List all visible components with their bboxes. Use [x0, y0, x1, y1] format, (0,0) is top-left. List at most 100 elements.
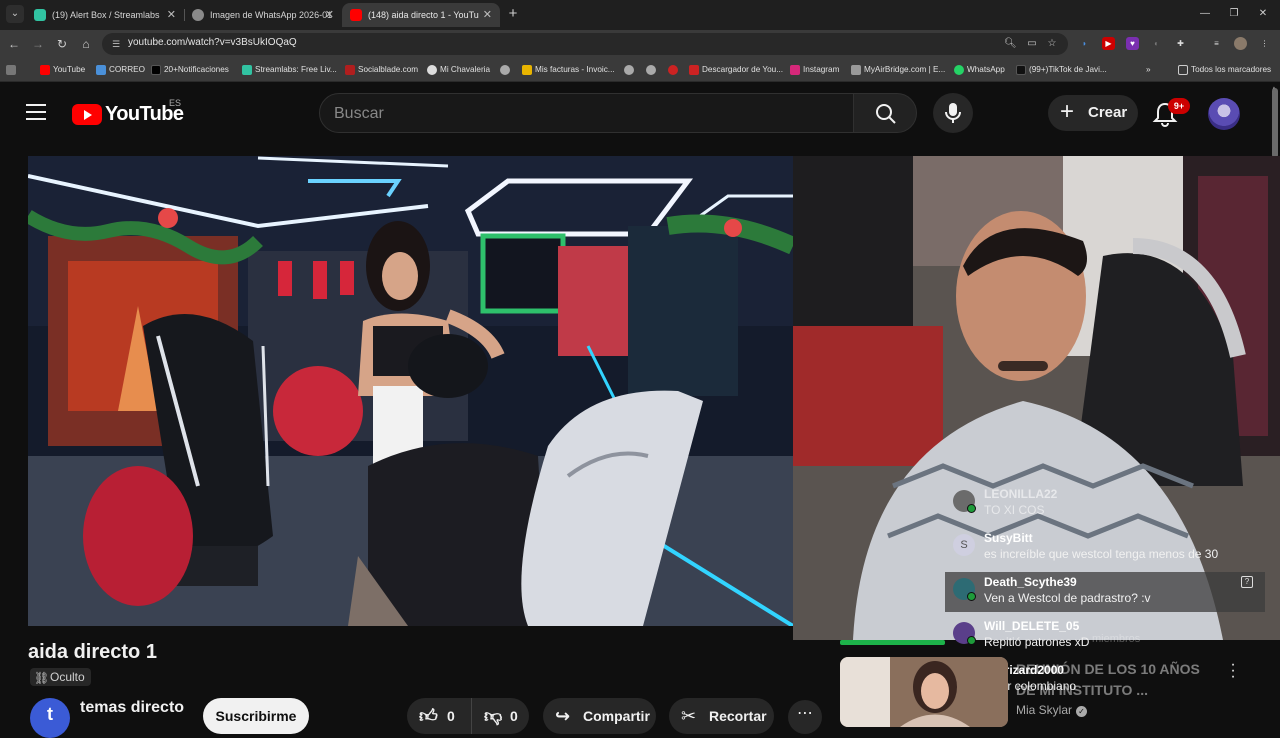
video-frame-illustration: [28, 156, 793, 626]
clip-button[interactable]: ✂ Recortar: [669, 698, 774, 734]
bookmark-myairbridge[interactable]: MyAirBridge.com | E...: [851, 64, 945, 76]
streamlabs-icon: [242, 65, 252, 75]
chat-username: Will_DELETE_05: [984, 619, 1080, 633]
bookmark-streamlabs[interactable]: Streamlabs: Free Liv...: [242, 64, 337, 76]
bookmarks-folder[interactable]: Todos los marcadores: [1178, 64, 1271, 76]
report-flag-icon[interactable]: ?: [1241, 576, 1253, 588]
video-title: aida directo 1: [28, 641, 157, 663]
reading-list-icon[interactable]: ≡: [1210, 37, 1223, 50]
more-actions-icon[interactable]: ⋯: [788, 700, 822, 734]
menu-icon[interactable]: [26, 104, 46, 120]
bookmark-mi-chavaleria[interactable]: Mi Chavaleria: [427, 64, 490, 76]
back-icon[interactable]: ←: [6, 36, 22, 52]
address-bar[interactable]: ☰ youtube.com/watch?v=v3BsUkIOQaQ 🔍︎ ▭ ☆: [102, 33, 1068, 55]
clock-icon: [427, 65, 437, 75]
bookmark-youtube[interactable]: YouTube: [40, 64, 85, 76]
recommendation-title[interactable]: REUNIÓN DE LOS 10 AÑOS DE MI INSTITUTO .…: [1016, 659, 1216, 701]
bookmark-descargador[interactable]: Descargador de You...: [689, 64, 783, 76]
cloud-icon: [851, 65, 861, 75]
bookmark-instagram[interactable]: Instagram: [790, 64, 839, 76]
cast-icon[interactable]: ▭: [1026, 38, 1038, 50]
extension-youtube-icon[interactable]: ▶: [1102, 37, 1115, 50]
dislike-button[interactable]: 👎︎ 0: [471, 698, 529, 734]
bookmark-whatsapp[interactable]: WhatsApp: [954, 64, 1005, 76]
chat-username: Death_Scythe39: [984, 575, 1077, 589]
home-icon[interactable]: ⌂: [78, 36, 94, 52]
recommendation-menu-icon[interactable]: · · ·: [1230, 657, 1236, 685]
new-tab-button[interactable]: +: [505, 5, 521, 23]
minimize-icon[interactable]: —: [1198, 7, 1212, 21]
create-button[interactable]: + Crear: [1048, 95, 1138, 131]
voice-search-button[interactable]: [933, 93, 973, 133]
red-dot-icon: [668, 65, 678, 75]
recommendation-channel[interactable]: Mia Skylar ✓: [1016, 703, 1088, 717]
youtube-play-icon: [72, 104, 102, 125]
chat-text: es increíble que westcol tenga menos de …: [984, 547, 1219, 561]
chat-message[interactable]: S SusyBitt es increíble que westcol teng…: [945, 528, 1265, 568]
tab-streamlabs[interactable]: (19) Alert Box / Streamlabs ✕: [26, 3, 184, 27]
whatsapp-icon: [954, 65, 964, 75]
close-icon[interactable]: ✕: [167, 3, 176, 27]
verified-icon: ✓: [1076, 706, 1088, 717]
bookmark-tiktok[interactable]: (99+)TikTok de Javi...: [1016, 64, 1107, 76]
bookmark-x[interactable]: 20+Notificaciones: [151, 64, 229, 76]
forward-icon[interactable]: →: [30, 36, 46, 52]
bookmark-globe-3[interactable]: [646, 64, 656, 76]
bookmark-correo[interactable]: CORREO: [96, 64, 145, 76]
youtube-icon: [40, 65, 50, 75]
bookmark-globe-1[interactable]: [500, 64, 510, 76]
video-player[interactable]: [28, 156, 793, 626]
channel-avatar[interactable]: t: [30, 698, 70, 738]
subscribe-button[interactable]: Suscribirme: [203, 698, 309, 734]
tab-whatsapp-image[interactable]: Imagen de WhatsApp 2026-01 ✕: [184, 3, 342, 27]
reload-icon[interactable]: ↻: [54, 36, 70, 52]
restore-icon[interactable]: ❐: [1227, 7, 1241, 21]
visibility-badge: ⛓ Oculto: [30, 668, 91, 686]
instagram-icon: [790, 65, 800, 75]
moderator-badge-icon: [967, 504, 976, 513]
share-icon: ↪: [555, 706, 571, 726]
extensions-puzzle-icon[interactable]: ✚: [1174, 37, 1187, 50]
browser-tab-strip: ⌄ (19) Alert Box / Streamlabs ✕ Imagen d…: [0, 0, 1280, 30]
channel-name[interactable]: temas directo: [80, 699, 184, 717]
browser-toolbar: ← → ↻ ⌂ ☰ youtube.com/watch?v=v3BsUkIOQa…: [0, 30, 1280, 58]
zoom-icon[interactable]: 🔍︎: [1004, 38, 1017, 50]
account-avatar[interactable]: [1208, 98, 1240, 130]
mic-icon: [945, 103, 961, 123]
tab-search-button[interactable]: ⌄: [6, 5, 24, 23]
recommendation-thumbnail[interactable]: [840, 657, 1008, 727]
bookmark-red[interactable]: [668, 64, 678, 76]
bookmark-socialblade[interactable]: Socialblade.com: [345, 64, 418, 76]
share-button[interactable]: ↪ Compartir: [543, 698, 656, 734]
tab-youtube-active[interactable]: (148) aida directo 1 - YouTu ✕: [342, 3, 500, 27]
x-icon: [151, 65, 161, 75]
page-scrollbar[interactable]: [1272, 88, 1278, 158]
close-icon[interactable]: ✕: [483, 3, 492, 27]
bookmark-mis-facturas[interactable]: Mis facturas - Invoic...: [522, 64, 615, 76]
close-icon[interactable]: ✕: [325, 3, 334, 27]
like-button[interactable]: 👍︎ 0: [407, 698, 471, 734]
apps-grid-icon[interactable]: [6, 64, 16, 76]
close-window-icon[interactable]: ✕: [1256, 7, 1270, 21]
chat-username: SusyBitt: [984, 531, 1033, 545]
tab-title: Imagen de WhatsApp 2026-01: [210, 10, 333, 20]
browser-menu-icon[interactable]: ⋮: [1258, 37, 1271, 50]
extension-heart-icon[interactable]: ♥: [1126, 37, 1139, 50]
extension-audio-icon[interactable]: ◗: [1078, 37, 1091, 50]
bookmark-globe-2[interactable]: [624, 64, 634, 76]
chat-text: Ven a Westcol de padrastro? :v: [984, 591, 1151, 605]
socialblade-icon: [345, 65, 355, 75]
search-input[interactable]: Buscar: [319, 93, 854, 133]
thumbnail-illustration: [840, 657, 1008, 727]
search-button[interactable]: [853, 93, 917, 133]
url-text[interactable]: youtube.com/watch?v=v3BsUkIOQaQ: [128, 37, 297, 48]
more-bookmarks-icon[interactable]: »: [1146, 64, 1151, 76]
bookmark-star-icon[interactable]: ☆: [1046, 38, 1058, 50]
tab-title: (148) aida directo 1 - YouTu: [368, 10, 479, 20]
chat-message[interactable]: LEONILLA22 TO XI COS: [945, 484, 1265, 524]
extension-grey-icon[interactable]: ◐: [1150, 37, 1163, 50]
site-info-icon[interactable]: ☰: [110, 38, 122, 50]
moderator-badge-icon: [967, 592, 976, 601]
profile-avatar-icon[interactable]: [1234, 37, 1247, 50]
chat-message-highlighted[interactable]: Death_Scythe39 Ven a Westcol de padrastr…: [945, 572, 1265, 612]
